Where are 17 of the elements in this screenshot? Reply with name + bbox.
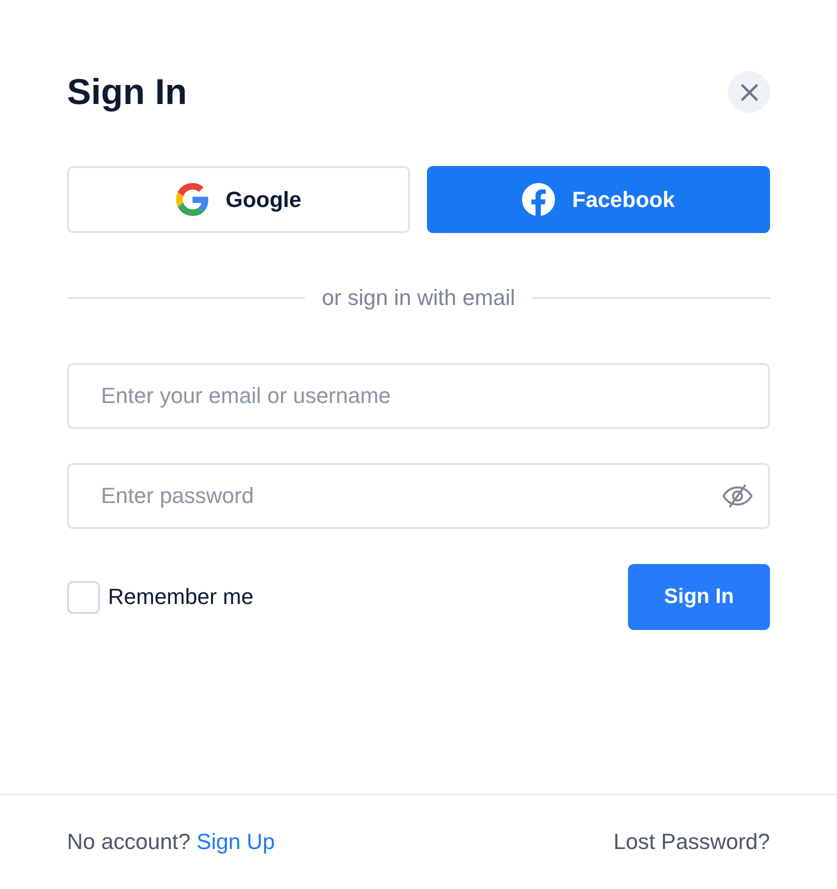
- separator-label: or sign in with email: [322, 285, 516, 311]
- remember-checkbox[interactable]: [67, 580, 100, 614]
- no-account-text: No account?: [67, 829, 191, 855]
- g-logo-icon: [176, 183, 209, 216]
- remember-label[interactable]: Remember me: [108, 584, 254, 610]
- lost-password-link[interactable]: Lost Password?: [613, 829, 770, 855]
- dialog-title: Sign In: [67, 71, 187, 113]
- username-field[interactable]: Enter your email or username: [67, 363, 770, 429]
- close-button[interactable]: [728, 71, 770, 113]
- google-sign-in-button[interactable]: Google: [67, 166, 410, 233]
- password-field[interactable]: Enter password: [67, 463, 770, 529]
- close-icon: [740, 84, 758, 100]
- sign-up-link[interactable]: Sign Up: [196, 829, 275, 855]
- sign-in-button[interactable]: Sign In: [628, 564, 770, 630]
- f-logo-icon: [522, 183, 556, 216]
- facebook-sign-in-button[interactable]: Facebook: [427, 166, 770, 233]
- eye-slash-icon[interactable]: [722, 484, 753, 508]
